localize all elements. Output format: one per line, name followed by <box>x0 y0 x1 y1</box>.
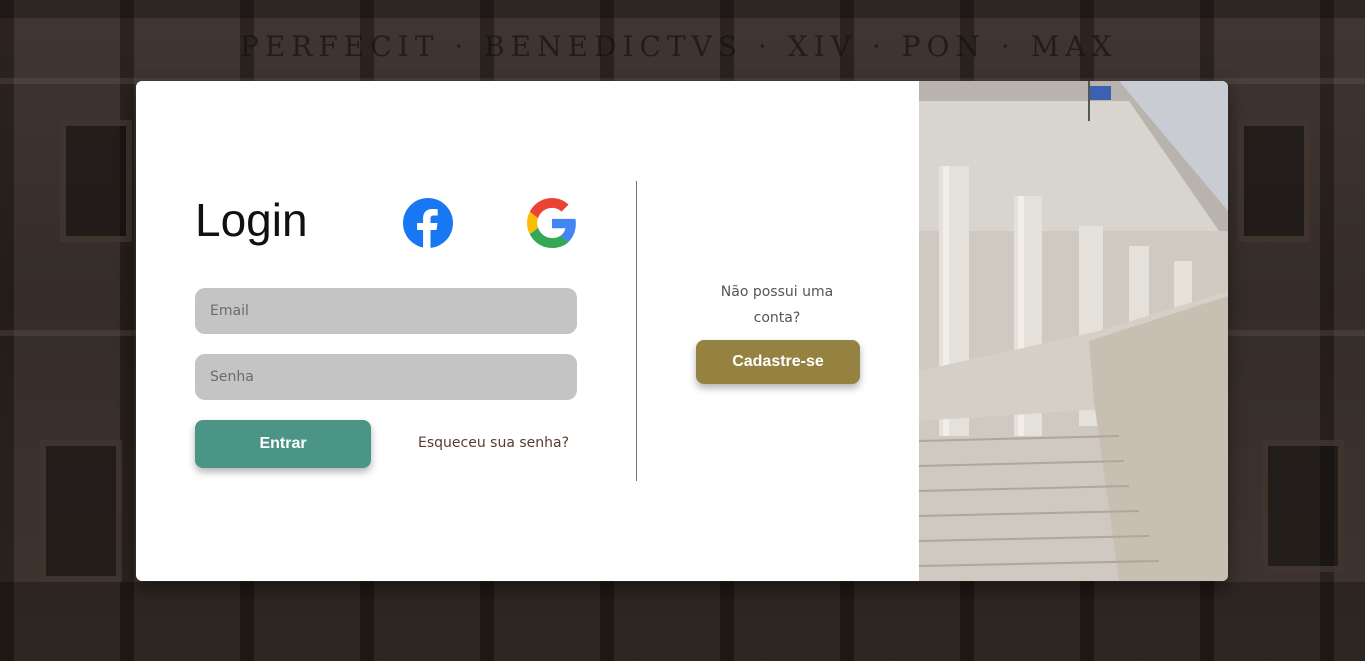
facebook-icon[interactable] <box>403 198 453 248</box>
signup-prompt: Não possui uma conta? <box>720 284 834 326</box>
signup-button[interactable]: Cadastre-se <box>696 340 860 384</box>
background-window <box>1238 120 1310 242</box>
vertical-divider <box>636 181 637 481</box>
background-base <box>0 582 1365 661</box>
enter-button[interactable]: Entrar <box>195 420 371 468</box>
login-card: Login Entrar Esqueceu sua senha? Não pos… <box>136 81 1228 581</box>
building-photo <box>919 81 1228 581</box>
background-window <box>40 440 122 582</box>
login-title: Login <box>195 194 308 246</box>
forgot-password-link[interactable]: Esqueceu sua senha? <box>418 435 569 451</box>
background-window <box>1262 440 1344 572</box>
background-frieze <box>0 0 1365 18</box>
password-field[interactable] <box>195 354 577 400</box>
email-field[interactable] <box>195 288 577 334</box>
google-icon[interactable] <box>527 198 577 248</box>
background-inscription: PERFECIT · BENEDICTVS · XIV · PON · MAX <box>240 30 1118 63</box>
background-window <box>60 120 132 242</box>
